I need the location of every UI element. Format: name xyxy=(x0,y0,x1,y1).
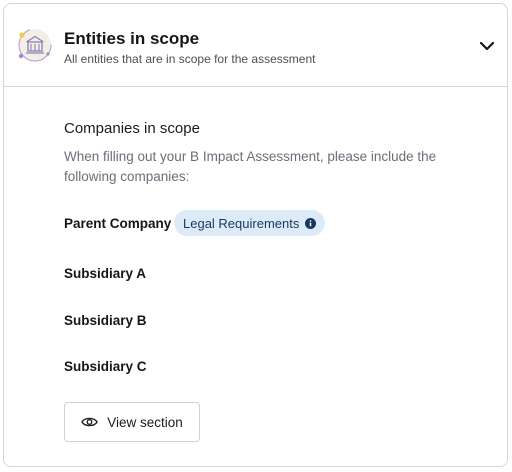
info-icon[interactable] xyxy=(305,217,317,229)
company-subsidiary-a: Subsidiary A xyxy=(64,266,147,281)
section-description: When filling out your B Impact Assessmen… xyxy=(64,149,437,184)
building-scope-icon xyxy=(18,28,52,62)
legal-requirements-badge[interactable]: Legal Requirements xyxy=(174,210,326,236)
badge-label: Legal Requirements xyxy=(183,215,300,231)
card-title: Entities in scope xyxy=(64,29,200,48)
section-title: Companies in scope xyxy=(64,120,200,137)
view-section-label: View section xyxy=(107,414,183,430)
chevron-down-icon[interactable] xyxy=(479,38,495,54)
card-header-toggle[interactable]: Entities in scope All entities that are … xyxy=(4,4,507,87)
company-subsidiary-b: Subsidiary B xyxy=(64,313,147,328)
view-section-button[interactable]: View section xyxy=(64,402,200,442)
eye-icon xyxy=(81,417,99,427)
entities-in-scope-card: Entities in scope All entities that are … xyxy=(3,3,508,467)
company-subsidiary-c: Subsidiary C xyxy=(64,359,147,374)
card-subtitle: All entities that are in scope for the a… xyxy=(64,52,316,66)
company-parent: Parent Company xyxy=(64,216,172,231)
